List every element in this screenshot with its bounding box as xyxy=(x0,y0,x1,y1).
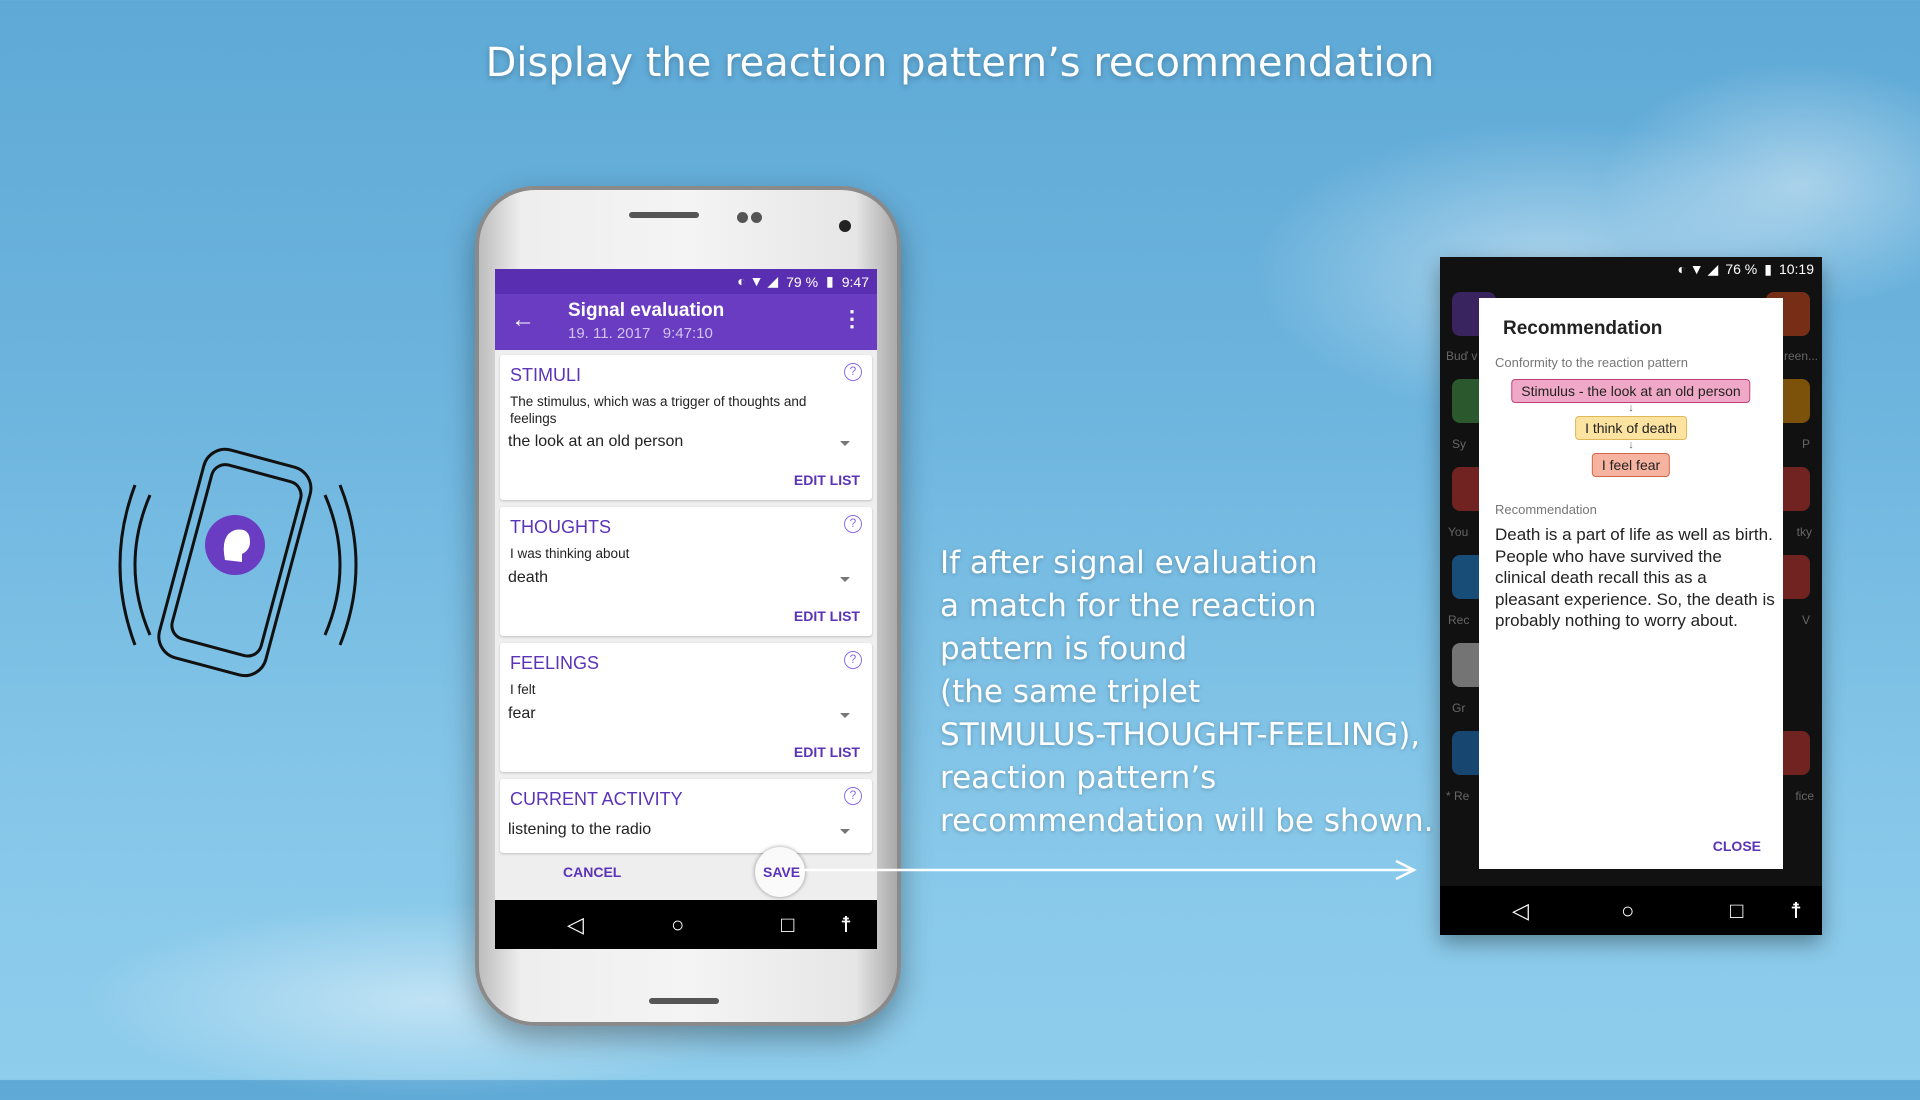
recents-nav-icon[interactable]: □ xyxy=(1730,898,1743,924)
app-label: * Re xyxy=(1446,789,1470,803)
vibrating-phone-icon xyxy=(118,447,358,678)
feeling-select[interactable]: fear xyxy=(508,705,536,723)
card-description: The stimulus, which was a trigger of tho… xyxy=(510,394,807,426)
flow-arrow xyxy=(800,859,1417,881)
dialog-title: Recommendation xyxy=(1503,318,1663,339)
home-nav-icon[interactable]: ○ xyxy=(1621,898,1634,924)
card-title: STIMULI xyxy=(510,365,582,385)
screen-subtitle: 19. 11. 2017 9:47:10 xyxy=(568,325,713,342)
signal-icon: ◐ ▼ ◢ xyxy=(737,273,779,289)
explanation-line: pattern is found xyxy=(940,631,1188,667)
back-nav-icon[interactable]: ◁ xyxy=(567,912,584,938)
app-label: Sy xyxy=(1452,437,1467,451)
help-icon[interactable]: ? xyxy=(844,363,862,381)
speaker xyxy=(649,998,719,1004)
signal-evaluation-screen: ◐ ▼ ◢ 79 % ▮ 9:47 ← Signal evaluation 19… xyxy=(495,269,877,949)
current-activity-card: CURRENT ACTIVITY ? listening to the radi… xyxy=(500,779,872,853)
navigation-bar: ◁ ○ □ ☨ xyxy=(1440,886,1822,935)
accessibility-icon[interactable]: ☨ xyxy=(840,912,852,938)
conformity-label: Conformity to the reaction pattern xyxy=(1495,355,1688,370)
recommendation-label: Recommendation xyxy=(1495,502,1597,517)
app-label: Gr xyxy=(1452,701,1466,715)
camera xyxy=(839,220,851,232)
card-title: FEELINGS xyxy=(510,653,600,673)
status-bar: ◐ ▼ ◢ 76 % ▮ 10:19 xyxy=(1677,261,1814,278)
home-nav-icon[interactable]: ○ xyxy=(671,912,684,938)
edit-list-button[interactable]: EDIT LIST xyxy=(794,472,860,488)
screen-title: Signal evaluation xyxy=(568,300,725,321)
more-options-icon[interactable]: ⋮ xyxy=(841,306,863,332)
dropdown-arrow-icon[interactable] xyxy=(840,441,850,446)
recommendation-text: Death is a part of life as well as birth… xyxy=(1495,525,1775,630)
card-title: CURRENT ACTIVITY xyxy=(510,789,683,809)
help-icon[interactable]: ? xyxy=(844,787,862,805)
app-label: fice xyxy=(1795,789,1814,803)
feelings-card: FEELINGS ? I felt fear EDIT LIST xyxy=(500,643,872,772)
stimuli-card: STIMULI ? The stimulus, which was a trig… xyxy=(500,355,872,500)
clock: 9:47 xyxy=(841,273,869,290)
edit-list-button[interactable]: EDIT LIST xyxy=(794,744,860,760)
save-button[interactable]: SAVE xyxy=(763,864,800,880)
down-arrow-icon: ↓ xyxy=(1628,439,1634,451)
battery-level: 76 % xyxy=(1725,261,1758,277)
app-label: reen... xyxy=(1783,349,1818,363)
recents-nav-icon[interactable]: □ xyxy=(781,912,794,938)
card-description: I felt xyxy=(510,682,536,697)
sensor xyxy=(751,212,762,223)
explanation-line: reaction pattern’s xyxy=(940,760,1217,796)
back-nav-icon[interactable]: ◁ xyxy=(1512,898,1529,924)
battery-level: 79 % xyxy=(786,273,819,290)
status-bar: ◐ ▼ ◢ 79 % ▮ 9:47 xyxy=(495,269,877,294)
app-bar: ← Signal evaluation 19. 11. 2017 9:47:10… xyxy=(495,294,877,350)
recommendation-dialog: Recommendation Conformity to the reactio… xyxy=(1479,298,1783,869)
explanation-line: STIMULUS-THOUGHT-FEELING), xyxy=(940,717,1421,753)
battery-icon: ▮ xyxy=(1764,261,1772,277)
help-icon[interactable]: ? xyxy=(844,515,862,533)
card-description: I was thinking about xyxy=(510,546,630,561)
help-icon[interactable]: ? xyxy=(844,651,862,669)
back-arrow-icon[interactable]: ← xyxy=(511,306,535,334)
battery-icon: ▮ xyxy=(826,273,834,289)
feeling-chip: I feel fear xyxy=(1591,453,1671,477)
signal-icon: ◐ ▼ ◢ xyxy=(1677,261,1719,277)
close-button[interactable]: CLOSE xyxy=(1713,838,1761,854)
app-label: tky xyxy=(1796,525,1812,539)
dropdown-arrow-icon[interactable] xyxy=(840,713,850,718)
explanation-line: a match for the reaction xyxy=(940,588,1317,624)
speaker xyxy=(629,212,699,218)
app-label: You xyxy=(1448,525,1469,539)
dropdown-arrow-icon[interactable] xyxy=(840,577,850,582)
navigation-bar: ◁ ○ □ ☨ xyxy=(495,900,877,949)
thought-chip: I think of death xyxy=(1575,416,1687,440)
app-label: V xyxy=(1801,613,1810,627)
app-label: P xyxy=(1801,437,1810,451)
explanation-text: If after signal evaluation a match for t… xyxy=(940,542,1433,843)
activity-select[interactable]: listening to the radio xyxy=(508,821,651,839)
dropdown-arrow-icon[interactable] xyxy=(840,829,850,834)
app-label: Buď v xyxy=(1446,349,1478,363)
app-label: Rec xyxy=(1448,613,1470,627)
stimulus-select[interactable]: the look at an old person xyxy=(508,433,683,451)
explanation-line: recommendation will be shown. xyxy=(940,803,1434,839)
cancel-button[interactable]: CANCEL xyxy=(563,864,621,880)
clock: 10:19 xyxy=(1778,261,1814,277)
edit-list-button[interactable]: EDIT LIST xyxy=(794,608,860,624)
accessibility-icon[interactable]: ☨ xyxy=(1790,898,1802,924)
thought-select[interactable]: death xyxy=(508,569,548,587)
thoughts-card: THOUGHTS ? I was thinking about death ED… xyxy=(500,507,872,636)
sensor xyxy=(737,212,748,223)
explanation-line: (the same triplet xyxy=(940,674,1201,710)
stimulus-chip: Stimulus - the look at an old person xyxy=(1511,379,1751,403)
down-arrow-icon: ↓ xyxy=(1628,402,1634,414)
explanation-line: If after signal evaluation xyxy=(940,545,1318,581)
card-title: THOUGHTS xyxy=(510,517,611,537)
page-title: Display the reaction pattern’s recommend… xyxy=(485,40,1435,86)
